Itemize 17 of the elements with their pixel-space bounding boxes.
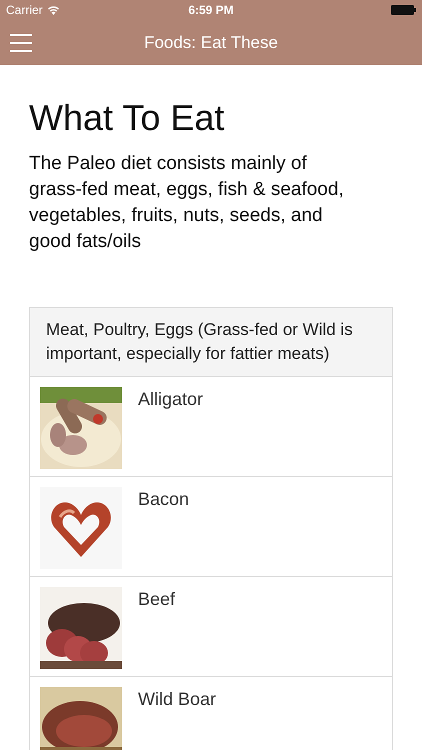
food-row[interactable]: Alligator xyxy=(30,377,392,477)
nav-title: Foods: Eat These xyxy=(144,32,278,52)
menu-button[interactable] xyxy=(10,34,32,52)
intro-text: The Paleo diet consists mainly of grass-fed meat, eggs, fish & seafood, vegetables, fruits, nuts, seeds, and good fats/oils xyxy=(29,152,345,254)
food-name: Wild Boar xyxy=(138,689,216,710)
status-time: 6:59 PM xyxy=(188,3,234,17)
food-row[interactable]: Beef xyxy=(30,577,392,677)
section-header: Meat, Poultry, Eggs (Grass-fed or Wild is important, especially for fattier meats) xyxy=(30,308,392,377)
carrier-label: Carrier xyxy=(6,3,43,17)
food-name: Beef xyxy=(138,589,176,610)
food-name: Alligator xyxy=(138,389,204,410)
food-name: Bacon xyxy=(138,489,190,510)
food-row[interactable]: Wild Boar xyxy=(30,677,392,750)
battery-icon xyxy=(391,5,416,15)
page-heading: What To Eat xyxy=(29,97,226,139)
wifi-icon xyxy=(46,5,60,15)
food-row[interactable]: Bacon xyxy=(30,477,392,577)
